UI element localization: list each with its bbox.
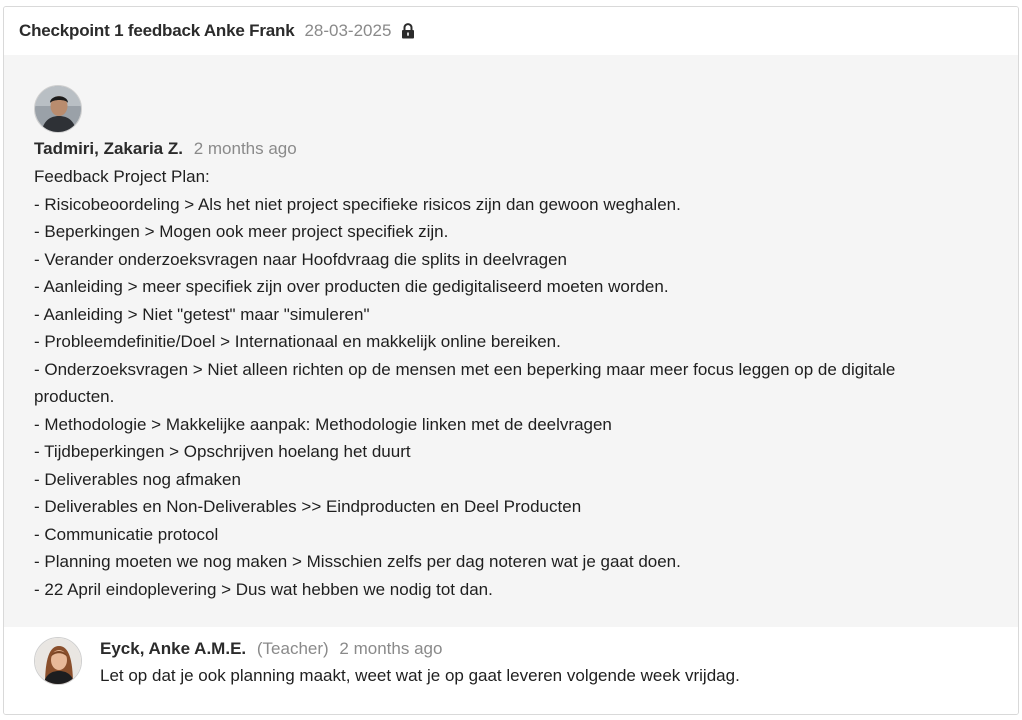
reply-author[interactable]: Eyck, Anke A.M.E. — [100, 639, 246, 658]
student-feedback-post: Tadmiri, Zakaria Z. 2 months ago Feedbac… — [4, 55, 1018, 627]
checkpoint-header: Checkpoint 1 feedback Anke Frank 28-03-2… — [4, 7, 1018, 55]
checkpoint-title: Checkpoint 1 feedback Anke Frank — [19, 21, 295, 40]
post-meta: Tadmiri, Zakaria Z. 2 months ago — [34, 139, 297, 159]
post-line: - Aanleiding > meer specifiek zijn over … — [34, 277, 669, 296]
reply-role: (Teacher) — [256, 639, 329, 658]
post-line: - Planning moeten we nog maken > Misschi… — [34, 552, 681, 571]
teacher-reply: Eyck, Anke A.M.E. (Teacher) 2 months ago… — [4, 627, 1018, 714]
post-line: - 22 April eindoplevering > Dus wat hebb… — [34, 579, 493, 599]
post-line: - Deliverables en Non-Deliverables >> Ei… — [34, 497, 582, 516]
post-time: 2 months ago — [193, 139, 297, 158]
reply-meta: Eyck, Anke A.M.E. (Teacher) 2 months ago — [100, 639, 442, 659]
checkpoint-date: 28-03-2025 — [304, 21, 392, 40]
post-line: - Tijdbeperkingen > Opschrijven hoelang … — [34, 442, 411, 461]
post-line: - Beperkingen > Mogen ook meer project s… — [34, 222, 449, 241]
post-line: Feedback Project Plan: — [34, 167, 210, 186]
post-line: - Risicobeoordeling > Als het niet proje… — [34, 194, 681, 214]
post-line: - Aanleiding > Niet "getest" maar "simul… — [34, 304, 370, 324]
avatar[interactable] — [34, 85, 82, 133]
post-line: - Verander onderzoeksvragen naar Hoofdvr… — [34, 249, 567, 269]
post-line: - Communicatie protocol — [34, 524, 219, 544]
reply-text: Let op dat je ook planning maakt, weet w… — [100, 666, 740, 685]
post-line: - Deliverables nog afmaken — [34, 469, 241, 489]
reply-time: 2 months ago — [339, 639, 443, 658]
post-body: Feedback Project Plan: - Risicobeoordeli… — [34, 163, 934, 603]
post-line: - Onderzoeksvragen > Niet alleen richten… — [34, 359, 896, 407]
lock-icon — [401, 23, 415, 39]
post-line: - Probleemdefinitie/Doel > Internationaa… — [34, 332, 561, 351]
checkpoint-card: Checkpoint 1 feedback Anke Frank 28-03-2… — [3, 6, 1019, 715]
avatar[interactable] — [34, 637, 82, 685]
post-line: - Methodologie > Makkelijke aanpak: Meth… — [34, 414, 612, 434]
post-author[interactable]: Tadmiri, Zakaria Z. — [34, 139, 183, 158]
